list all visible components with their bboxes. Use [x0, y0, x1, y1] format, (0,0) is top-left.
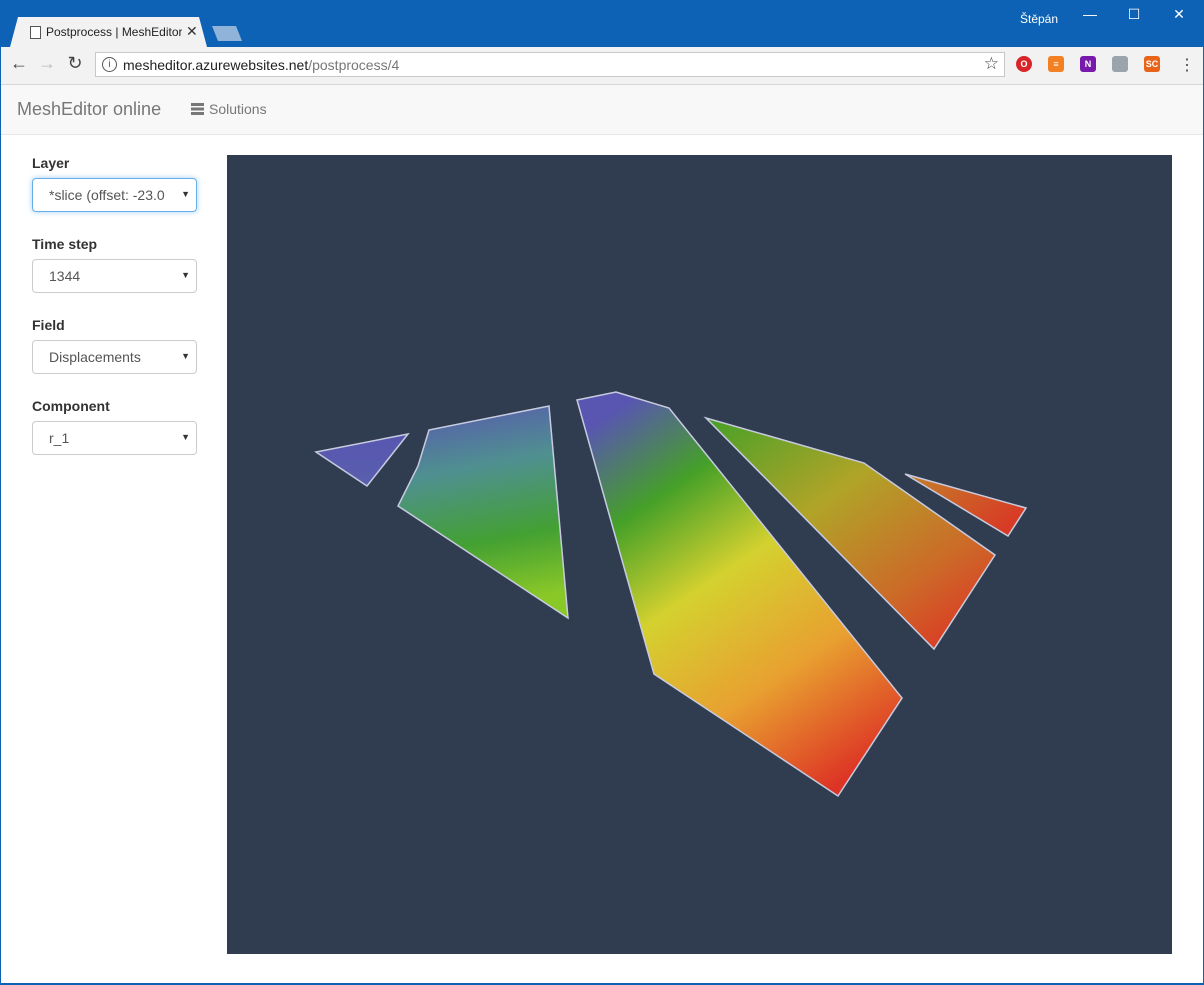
postprocess-sidebar: Layer *slice (offset: -23.0 ▼ Time step … — [32, 155, 197, 479]
profile-name[interactable]: Štěpán — [1020, 12, 1058, 26]
caret-down-icon: ▼ — [181, 189, 190, 199]
field-select-value: Displacements — [49, 349, 141, 365]
reload-icon[interactable]: ↻ — [65, 53, 85, 74]
component-select-value: r_1 — [49, 430, 70, 446]
timestep-select[interactable]: 1344 ▼ — [32, 259, 197, 293]
component-select[interactable]: r_1 ▼ — [32, 421, 197, 455]
mesh-part-2[interactable] — [397, 405, 569, 620]
onenote-icon[interactable]: N — [1080, 56, 1096, 72]
caret-down-icon: ▼ — [181, 351, 190, 361]
caret-down-icon: ▼ — [181, 432, 190, 442]
maximize-button[interactable]: ☐ — [1119, 6, 1149, 23]
menu-dots-icon[interactable]: ⋮ — [1179, 55, 1195, 75]
timestep-label: Time step — [32, 236, 98, 252]
mesh-visualization[interactable] — [227, 155, 1172, 954]
tab-title: Postprocess | MeshEditor online — [46, 25, 182, 39]
back-icon[interactable]: ← — [9, 53, 29, 74]
info-icon[interactable]: i — [102, 57, 117, 72]
layer-label: Layer — [32, 155, 70, 171]
stackoverflow-icon[interactable]: ≡ — [1048, 56, 1064, 72]
browser-toolbar: ← → ↻ i mesheditor.azurewebsites.net/pos… — [1, 47, 1203, 85]
tab-close-icon[interactable]: ✕ — [186, 23, 198, 40]
document-icon — [30, 26, 41, 39]
bookmark-star-icon[interactable]: ☆ — [984, 54, 999, 74]
mesh-part-1[interactable] — [314, 432, 410, 488]
browser-tab[interactable]: Postprocess | MeshEditor online ✕ — [10, 17, 207, 47]
layer-select[interactable]: *slice (offset: -23.0 ▼ — [32, 178, 197, 212]
page-viewport: MeshEditor online Solutions Layer *slice… — [1, 85, 1203, 983]
caret-down-icon: ▼ — [181, 270, 190, 280]
address-bar[interactable]: i mesheditor.azurewebsites.net/postproce… — [95, 52, 1005, 77]
new-tab-button[interactable] — [212, 26, 242, 41]
title-bar: Postprocess | MeshEditor online ✕ Štěpán… — [0, 0, 1204, 47]
minimize-button[interactable]: — — [1075, 6, 1105, 22]
mesh-viewer-canvas[interactable] — [227, 155, 1172, 954]
url-text[interactable]: mesheditor.azurewebsites.net/postprocess… — [123, 57, 399, 73]
sc-extension-icon[interactable]: SC — [1144, 56, 1160, 72]
image-extension-icon[interactable] — [1112, 56, 1128, 72]
browser-window: Postprocess | MeshEditor online ✕ Štěpán… — [0, 0, 1204, 985]
list-icon — [191, 103, 204, 115]
nav-solutions-link[interactable]: Solutions — [191, 101, 267, 117]
layer-select-value: *slice (offset: -23.0 — [49, 187, 165, 203]
field-select[interactable]: Displacements ▼ — [32, 340, 197, 374]
field-label: Field — [32, 317, 65, 333]
app-navbar: MeshEditor online Solutions — [1, 85, 1203, 135]
brand-link[interactable]: MeshEditor online — [17, 99, 161, 120]
close-window-button[interactable]: ✕ — [1164, 6, 1194, 23]
forward-icon[interactable]: → — [37, 53, 57, 74]
component-label: Component — [32, 398, 110, 414]
timestep-select-value: 1344 — [49, 268, 81, 284]
opera-icon[interactable]: O — [1016, 56, 1032, 72]
